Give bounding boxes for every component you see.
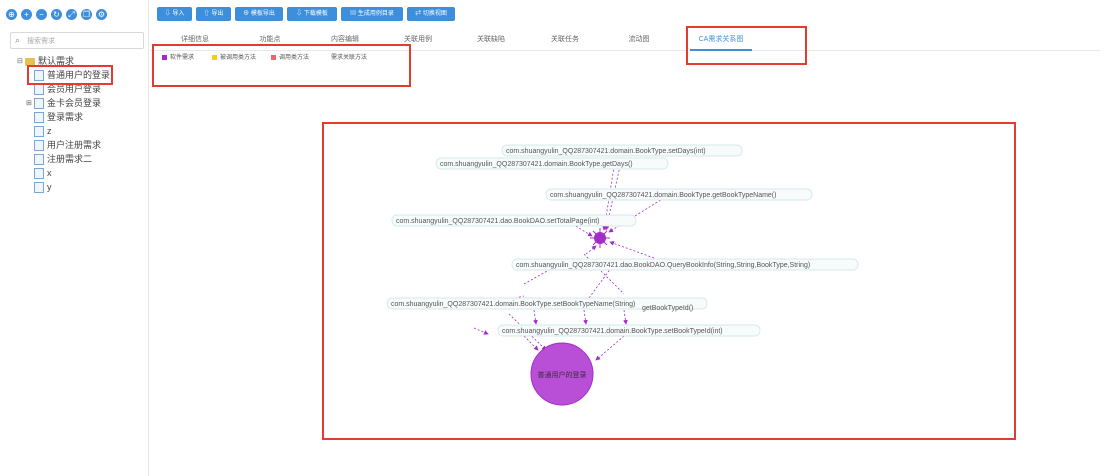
tab-flow-chart[interactable]: 流动图: [614, 30, 664, 50]
tree-item-x[interactable]: x: [34, 166, 52, 180]
requirement-node[interactable]: 普通用户的登录: [530, 342, 594, 406]
tree-item-y[interactable]: y: [34, 180, 52, 194]
generate-case-button[interactable]: ▤ 生成用例目录: [341, 7, 403, 21]
highlight-legend: [152, 44, 411, 87]
tree-item-user-register[interactable]: 用户注册需求: [34, 138, 101, 152]
collapse-icon[interactable]: ⊟: [17, 55, 25, 69]
tree-item-label: y: [47, 182, 52, 192]
search-placeholder: 搜索需求: [27, 38, 55, 45]
expand-icon[interactable]: ⤢: [66, 9, 77, 20]
tree-item-label: 用户注册需求: [47, 140, 102, 150]
add-circle-icon[interactable]: ⊕: [6, 9, 17, 20]
highlight-selected-item: [27, 65, 113, 85]
graph-node-label[interactable]: com.shuangyulin_QQ287307421.domain.BookT…: [391, 301, 635, 308]
search-icon: ⌕: [15, 35, 21, 45]
import-button[interactable]: ⇩ 导入: [157, 7, 192, 21]
document-icon: [34, 168, 44, 180]
graph-node-label[interactable]: com.shuangyulin_QQ287307421.domain.BookT…: [506, 148, 706, 155]
graph-node-label[interactable]: com.shuangyulin_QQ287307421.domain.BookT…: [550, 192, 776, 199]
tree-item-label: 注册需求二: [47, 154, 93, 164]
template-export-button[interactable]: ⊕ 模板导出: [235, 7, 283, 21]
tree-item-label: 登录需求: [47, 112, 84, 122]
graph-node-label[interactable]: getBookTypeId(): [642, 305, 693, 312]
document-icon: [34, 140, 44, 152]
tab-related-defects[interactable]: 关联缺陷: [466, 30, 516, 50]
relation-graph-panel: com.shuangyulin_QQ287307421.domain.BookT…: [322, 122, 1016, 440]
document-icon: [34, 182, 44, 194]
tree-item-login-requirement[interactable]: 登录需求: [34, 110, 83, 124]
tree-item-z[interactable]: z: [34, 124, 52, 138]
tree-item-gold-member-login[interactable]: ⊞ 金卡会员登录: [26, 96, 101, 110]
refresh-icon[interactable]: ↻: [51, 9, 62, 20]
minus-icon[interactable]: −: [36, 9, 47, 20]
tree-item-label: z: [47, 126, 52, 136]
tree-item-label: 金卡会员登录: [47, 98, 102, 108]
plus-icon[interactable]: +: [21, 9, 32, 20]
tab-related-tasks[interactable]: 关联任务: [540, 30, 590, 50]
document-icon: [34, 84, 44, 96]
relation-graph[interactable]: com.shuangyulin_QQ287307421.domain.BookT…: [324, 124, 1014, 438]
switch-view-button[interactable]: ⇄ 切换视图: [407, 7, 455, 21]
settings-icon[interactable]: ⚙: [96, 9, 107, 20]
graph-node-label[interactable]: com.shuangyulin_QQ287307421.dao.BookDAO.…: [396, 218, 600, 225]
graph-node-label[interactable]: com.shuangyulin_QQ287307421.domain.BookT…: [440, 161, 633, 168]
tree-item-register-2[interactable]: 注册需求二: [34, 152, 92, 166]
export-button[interactable]: ⇧ 导出: [196, 7, 231, 21]
graph-node-label[interactable]: com.shuangyulin_QQ287307421.domain.BookT…: [502, 328, 723, 335]
document-icon: [34, 112, 44, 124]
method-hub-node[interactable]: [590, 228, 610, 248]
search-input[interactable]: ⌕ 搜索需求: [10, 32, 144, 49]
graph-node-label[interactable]: com.shuangyulin_QQ287307421.dao.BookDAO.…: [516, 262, 810, 269]
expand-node-icon[interactable]: ⊞: [26, 97, 34, 111]
document-icon: [34, 126, 44, 138]
document-icon: [34, 98, 44, 110]
document-icon: [34, 154, 44, 166]
tree-item-label: x: [47, 168, 52, 178]
highlight-active-tab: [686, 26, 807, 65]
copy-icon[interactable]: ❐: [81, 9, 92, 20]
download-template-button[interactable]: ⇩ 下载模板: [287, 7, 337, 21]
tree-item-label: 会员用户登录: [47, 84, 102, 94]
requirement-node-label: 普通用户的登录: [538, 370, 587, 379]
